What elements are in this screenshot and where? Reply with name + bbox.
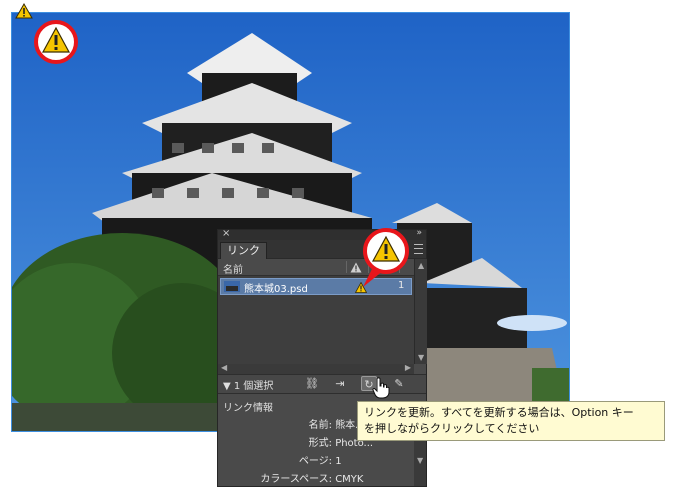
info-page-row: ページ: 1	[298, 456, 342, 467]
tooltip-line-2: を押しながらクリックしてください	[364, 422, 540, 435]
info-colorspace-row: カラースペース: CMYK	[260, 474, 364, 485]
links-toolbar: ▼ 1 個選択 ⛓ ⇥ ↻ ✎	[218, 374, 426, 394]
tooltip-line-1: リンクを更新。すべてを更新する場合は、Option キー	[364, 406, 634, 419]
update-link-tooltip: リンクを更新。すべてを更新する場合は、Option キー を押しながらクリックし…	[357, 401, 665, 441]
collapse-icon[interactable]: »	[416, 228, 422, 238]
edit-original-icon[interactable]: ✎	[391, 376, 407, 391]
column-divider	[346, 261, 347, 273]
scroll-right-icon[interactable]: ▶	[405, 363, 411, 372]
scroll-left-icon[interactable]: ◀	[221, 363, 227, 372]
scroll-down-icon[interactable]: ▼	[418, 353, 424, 362]
tab-links[interactable]: リンク	[220, 242, 267, 259]
warning-callout-icon	[34, 20, 78, 64]
link-info-label: リンク情報	[223, 403, 273, 414]
goto-link-icon[interactable]: ⇥	[332, 376, 348, 391]
relink-icon[interactable]: ⛓	[304, 376, 320, 391]
warning-icon	[15, 3, 33, 19]
info-name-row: 名前: 熊本...	[308, 420, 365, 431]
close-icon[interactable]: ×	[222, 228, 230, 239]
selection-count[interactable]: ▼ 1 個選択	[223, 377, 273, 392]
hand-cursor-icon	[372, 377, 390, 399]
links-list: 熊本城03.psd 1	[218, 276, 414, 364]
image-thumbnail-icon	[224, 281, 240, 292]
column-name-header[interactable]: 名前	[223, 261, 243, 276]
hamburger-menu-icon[interactable]	[414, 244, 423, 254]
scroll-up-icon[interactable]: ▲	[418, 261, 424, 270]
warning-callout-icon	[363, 228, 409, 287]
list-vertical-scrollbar[interactable]: ▲ ▼	[414, 259, 427, 364]
list-horizontal-scrollbar[interactable]: ◀ ▶	[218, 363, 414, 374]
link-filename: 熊本城03.psd	[244, 284, 308, 295]
scroll-down-icon[interactable]: ▼	[417, 456, 423, 465]
